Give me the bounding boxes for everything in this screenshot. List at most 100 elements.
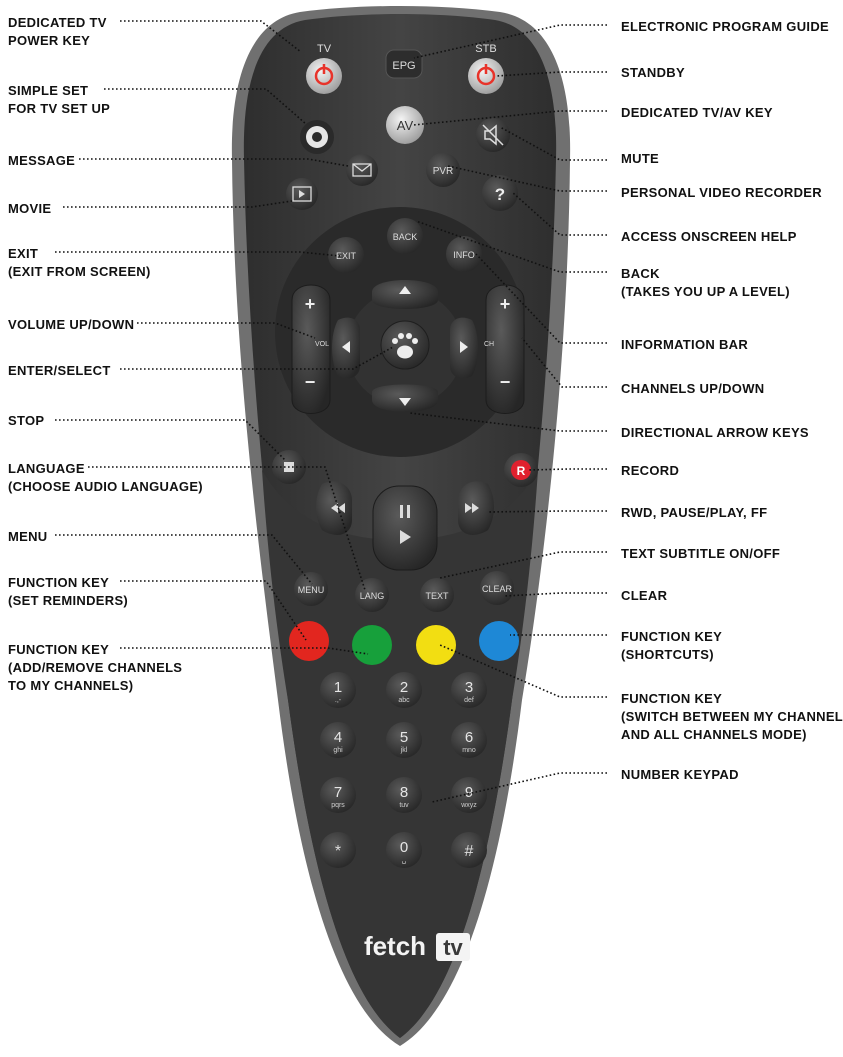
callout-text: CHANNELS UP/DOWN (621, 381, 765, 396)
callout-left-5: VOLUME UP/DOWN (8, 316, 134, 334)
callout-left-0: DEDICATED TV POWER KEY (8, 14, 107, 50)
channel-down-icon: − (500, 372, 511, 392)
callout-text: CLEAR (621, 588, 668, 603)
callout-left-11: FUNCTION KEY (ADD/REMOVE CHANNELS TO MY CH… (8, 641, 182, 695)
epg-label: EPG (392, 60, 415, 72)
clear-label: CLEAR (482, 584, 513, 594)
keypad-letters: tuv (399, 802, 409, 809)
keypad-digit: 6 (465, 729, 473, 746)
callout-right-14: FUNCTION KEY (SHORTCUTS) (621, 628, 722, 664)
star-label: * (335, 843, 341, 860)
callout-right-8: CHANNELS UP/DOWN (621, 380, 764, 398)
callout-left-9: MENU (8, 528, 47, 546)
callout-text: ACCESS ONSCREEN HELP (621, 229, 797, 244)
ch-label: CH (484, 341, 494, 348)
callout-text: RECORD (621, 463, 680, 478)
tv-power-button[interactable] (306, 58, 342, 94)
callout-text: DEDICATED TV (8, 15, 107, 30)
callout-text: ELECTRONIC PROGRAM GUIDE (621, 19, 829, 34)
vol-label: VOL (315, 341, 329, 348)
keypad-key-7[interactable]: 7pqrs (320, 777, 356, 813)
arrow-right-button[interactable] (450, 317, 478, 379)
keypad-letters: wxyz (460, 802, 477, 809)
callout-right-0: ELECTRONIC PROGRAM GUIDE (621, 18, 829, 36)
callout-text: DEDICATED TV/AV KEY (621, 105, 773, 120)
keypad-key-2[interactable]: 2abc (386, 672, 422, 708)
keypad-digit: 0 (400, 839, 408, 856)
callout-text: (ADD/REMOVE CHANNELS (8, 660, 183, 675)
callout-text: MUTE (621, 151, 660, 166)
callout-text: STOP (8, 413, 45, 428)
mute-button[interactable] (476, 118, 510, 152)
keypad-key-3[interactable]: 3def (451, 672, 487, 708)
help-label: ? (495, 185, 505, 204)
callout-right-15: FUNCTION KEY (SWITCH BETWEEN MY CHANNEL AN… (621, 690, 843, 744)
movie-button[interactable] (286, 178, 318, 210)
keypad-digit: 8 (400, 784, 408, 801)
callout-text: FUNCTION KEY (8, 575, 110, 590)
callout-text: (SET REMINDERS) (8, 593, 129, 608)
function-key-blue[interactable] (479, 621, 519, 661)
tv-label: TV (317, 43, 332, 55)
function-key-yellow[interactable] (416, 625, 456, 665)
callout-text: SIMPLE SET (8, 83, 89, 98)
callout-text: MENU (8, 529, 48, 544)
callout-right-1: STANDBY (621, 64, 685, 82)
callout-left-3: MOVIE (8, 200, 51, 218)
keypad-letters: ghi (333, 747, 343, 754)
fast-forward-button[interactable] (458, 481, 494, 535)
message-button[interactable] (346, 154, 378, 186)
keypad-key-8[interactable]: 8tuv (386, 777, 422, 813)
callout-text: INFORMATION BAR (621, 337, 749, 352)
keypad-digit: 7 (334, 784, 342, 801)
callout-right-9: DIRECTIONAL ARROW KEYS (621, 424, 809, 442)
keypad-digit: 4 (334, 729, 342, 746)
callout-text: MESSAGE (8, 153, 76, 168)
keypad-key-6[interactable]: 6mno (451, 722, 487, 758)
arrow-down-button[interactable] (372, 384, 438, 413)
hash-label: # (465, 843, 474, 860)
callout-text: RWD, PAUSE/PLAY, FF (621, 505, 768, 520)
function-key-green[interactable] (352, 625, 392, 665)
keypad-digit: 3 (465, 679, 473, 696)
keypad-letters: def (464, 697, 474, 704)
function-key-red[interactable] (289, 621, 329, 661)
keypad-letters: pqrs (331, 802, 345, 809)
keypad-key-5[interactable]: 5jkl (386, 722, 422, 758)
callout-left-7: STOP (8, 412, 44, 430)
keypad-key-1[interactable]: 1.,- (320, 672, 356, 708)
callout-text: BACK (621, 266, 660, 281)
callout-text: TO MY CHANNELS) (8, 678, 134, 693)
callout-text: PERSONAL VIDEO RECORDER (621, 185, 822, 200)
callout-text: MOVIE (8, 201, 52, 216)
pvr-label: PVR (433, 166, 454, 177)
enter-select-button[interactable] (380, 320, 430, 370)
callout-right-10: RECORD (621, 462, 679, 480)
channel-up-icon: + (500, 294, 511, 314)
keypad-key-9[interactable]: 9wxyz (451, 777, 487, 813)
rewind-button[interactable] (316, 481, 352, 535)
arrow-up-button[interactable] (372, 280, 438, 309)
keypad-digit: 2 (400, 679, 408, 696)
logo-badge: tv (443, 935, 463, 960)
keypad-letters: jkl (400, 747, 408, 754)
keypad-key-0[interactable]: 0␣ (386, 832, 422, 868)
callout-right-6: BACK (TAKES YOU UP A LEVEL) (621, 265, 790, 301)
callout-text: TEXT SUBTITLE ON/OFF (621, 546, 781, 561)
lang-label: LANG (360, 591, 385, 601)
back-label: BACK (393, 232, 418, 242)
play-pause-button[interactable] (372, 485, 438, 571)
fetch-tv-logo: fetch tv (364, 931, 470, 961)
callout-right-12: TEXT SUBTITLE ON/OFF (621, 545, 780, 563)
keypad-key-4[interactable]: 4ghi (320, 722, 356, 758)
keypad-digit: 1 (334, 679, 342, 696)
callout-left-10: FUNCTION KEY (SET REMINDERS) (8, 574, 128, 610)
callout-text: FUNCTION KEY (8, 642, 110, 657)
callout-text: POWER KEY (8, 33, 91, 48)
callout-text: NUMBER KEYPAD (621, 767, 739, 782)
remote-diagram: TV STB EPG AV PVR ? BACK EXIT INFO + − V… (0, 0, 843, 1052)
callout-right-2: DEDICATED TV/AV KEY (621, 104, 773, 122)
keypad-digit: 5 (400, 729, 408, 746)
simple-set-button[interactable] (300, 120, 334, 154)
callout-text: FUNCTION KEY (621, 691, 723, 706)
